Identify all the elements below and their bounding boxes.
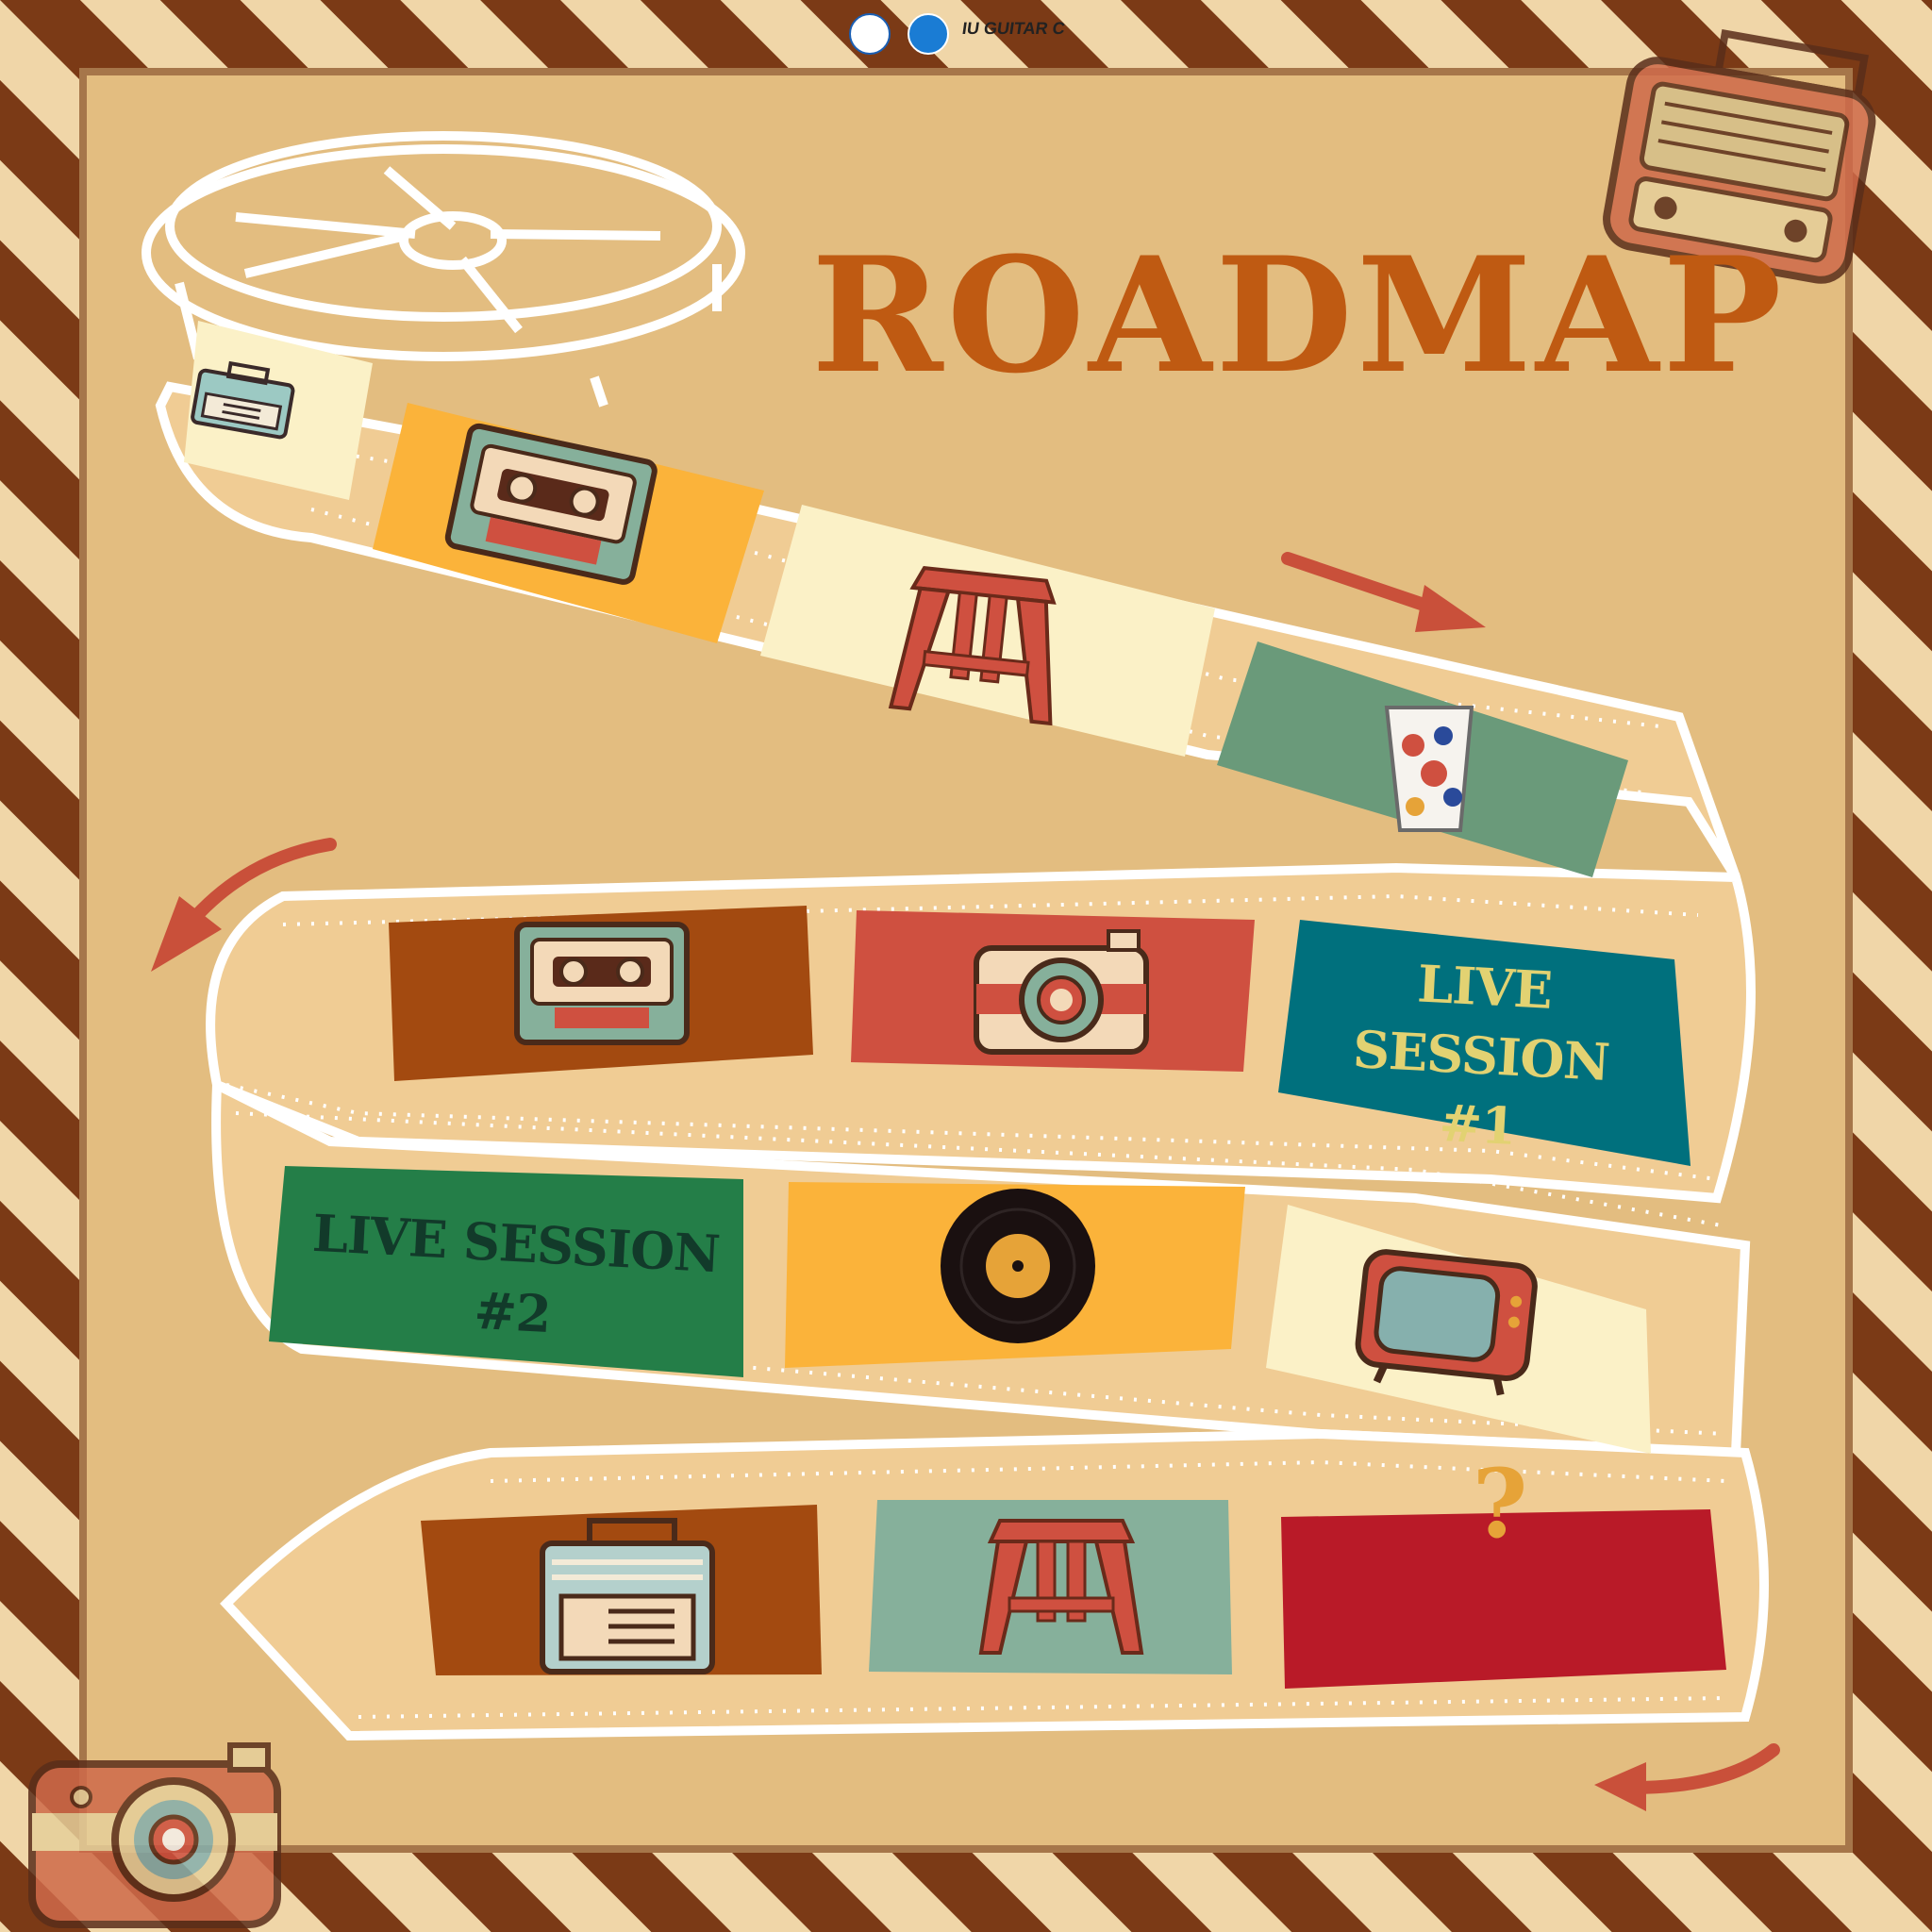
mystery-question-mark: ? [1472, 1448, 1528, 1559]
live-session-1-line1: LIVE SESSION [1351, 953, 1611, 1092]
vintage-camera-icon [28, 1742, 281, 1928]
page-title: ROADMAP [811, 222, 1786, 408]
live-session-1-label: LIVE SESSION #1 [1278, 942, 1685, 1169]
university-logo-icon [849, 13, 891, 55]
cassette-icon [514, 922, 690, 1045]
camera-icon [974, 929, 1149, 1055]
glass-icon [1384, 706, 1474, 832]
guitar-club-logo: IU GUITAR C [960, 19, 1067, 38]
roadmap-poster: IU GUITAR C ROADMAP LIVE SESSION #1 LIVE… [0, 0, 1932, 1932]
radio-icon [540, 1518, 715, 1674]
live-session-2-label: LIVE SESSION #2 [280, 1197, 749, 1358]
youth-union-logo-icon [908, 13, 949, 55]
vinyl-record-icon [941, 1189, 1095, 1343]
sponsor-logos: IU GUITAR C [849, 9, 1094, 57]
